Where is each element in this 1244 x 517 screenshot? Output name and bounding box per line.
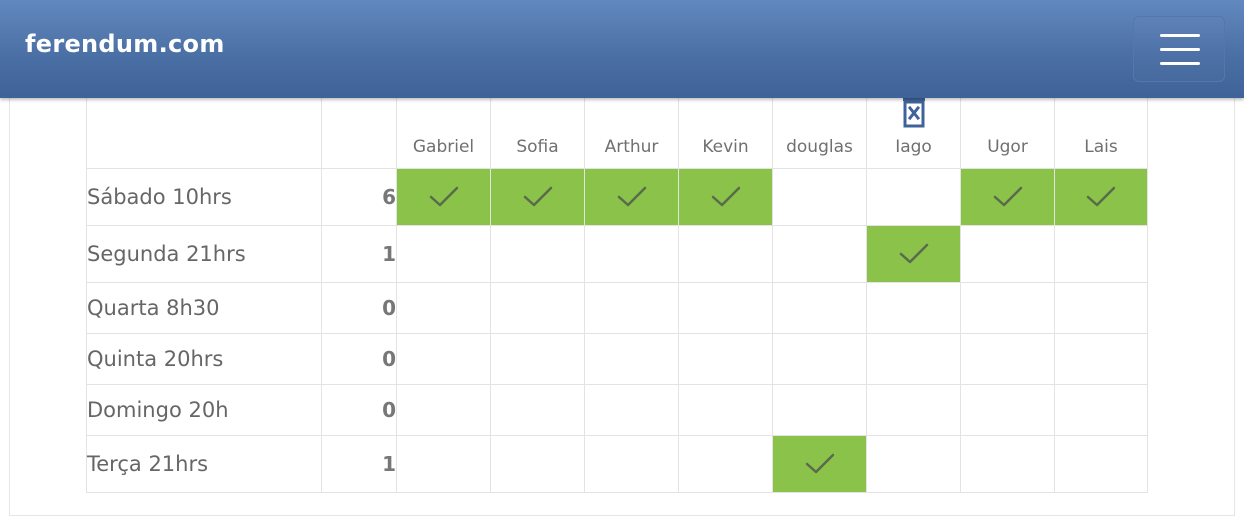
option-label: Quinta 20hrs [86, 332, 322, 385]
vote-cell-empty[interactable] [396, 434, 491, 493]
option-label: Sábado 10hrs [86, 167, 322, 226]
vote-cell-empty[interactable] [866, 281, 961, 334]
vote-cell-empty[interactable] [960, 281, 1055, 334]
vote-cell-yes[interactable] [1054, 167, 1148, 226]
participants-header-row: Gabriel Sofia Arthur Kevin douglas Iago … [86, 98, 1148, 169]
vote-cell-empty[interactable] [772, 281, 867, 334]
vote-cell-empty[interactable] [584, 281, 679, 334]
vote-cell-empty[interactable] [490, 224, 585, 283]
participant-header: Lais [1054, 98, 1148, 169]
delete-participant-icon[interactable] [902, 98, 926, 128]
vote-cell-empty[interactable] [584, 383, 679, 436]
vote-cell-empty[interactable] [490, 332, 585, 385]
vote-cell-empty[interactable] [396, 224, 491, 283]
vote-cell-yes[interactable] [490, 167, 585, 226]
poll-option-row: Domingo 20h 0 [86, 383, 1148, 436]
check-icon [805, 453, 834, 473]
navbar: ferendum.com [0, 0, 1244, 98]
vote-cell-empty[interactable] [772, 167, 867, 226]
poll-option-row: Terça 21hrs 1 [86, 434, 1148, 493]
vote-cell-empty[interactable] [1054, 224, 1148, 283]
vote-cell-empty[interactable] [584, 224, 679, 283]
participant-header: douglas [772, 98, 867, 169]
vote-cell-empty[interactable] [678, 332, 773, 385]
vote-cell-empty[interactable] [584, 332, 679, 385]
vote-cell-empty[interactable] [1054, 332, 1148, 385]
check-icon [523, 186, 552, 206]
vote-cell-empty[interactable] [490, 383, 585, 436]
poll-table: Gabriel Sofia Arthur Kevin douglas Iago … [86, 98, 1148, 493]
vote-cell-empty[interactable] [678, 383, 773, 436]
vote-cell-empty[interactable] [678, 281, 773, 334]
vote-cell-empty[interactable] [960, 332, 1055, 385]
vote-cell-yes[interactable] [772, 434, 867, 493]
vote-cell-empty[interactable] [678, 434, 773, 493]
option-label: Terça 21hrs [86, 434, 322, 493]
vote-cell-empty[interactable] [1054, 383, 1148, 436]
participant-header: Iago [866, 98, 961, 169]
vote-cell-empty[interactable] [772, 224, 867, 283]
vote-cell-empty[interactable] [960, 383, 1055, 436]
participant-header: Arthur [584, 98, 679, 169]
poll-option-row: Segunda 21hrs 1 [86, 224, 1148, 283]
vote-cell-yes[interactable] [396, 167, 491, 226]
vote-cell-yes[interactable] [960, 167, 1055, 226]
vote-cell-yes[interactable] [678, 167, 773, 226]
vote-cell-empty[interactable] [866, 332, 961, 385]
option-label: Domingo 20h [86, 383, 322, 436]
participant-header: Gabriel [396, 98, 491, 169]
vote-cell-empty[interactable] [678, 224, 773, 283]
vote-cell-empty[interactable] [960, 434, 1055, 493]
vote-cell-empty[interactable] [396, 281, 491, 334]
vote-cell-empty[interactable] [1054, 434, 1148, 493]
vote-cell-empty[interactable] [772, 332, 867, 385]
vote-cell-empty[interactable] [866, 383, 961, 436]
vote-count: 0 [321, 383, 397, 436]
participant-header: Ugor [960, 98, 1055, 169]
vote-cell-empty[interactable] [584, 434, 679, 493]
vote-cell-empty[interactable] [490, 434, 585, 493]
header-blank-count [321, 98, 397, 169]
menu-toggle-button[interactable] [1133, 16, 1225, 82]
vote-count: 0 [321, 332, 397, 385]
vote-cell-empty[interactable] [396, 332, 491, 385]
check-icon [617, 186, 646, 206]
vote-count: 6 [321, 167, 397, 226]
vote-cell-empty[interactable] [396, 383, 491, 436]
participant-header: Sofia [490, 98, 585, 169]
poll-option-row: Quinta 20hrs 0 [86, 332, 1148, 385]
vote-count: 0 [321, 281, 397, 334]
participant-header: Kevin [678, 98, 773, 169]
poll-option-row: Quarta 8h30 0 [86, 281, 1148, 334]
vote-cell-empty[interactable] [866, 167, 961, 226]
check-icon [711, 186, 740, 206]
vote-cell-empty[interactable] [1054, 281, 1148, 334]
check-icon [1086, 186, 1116, 206]
check-icon [429, 186, 458, 206]
vote-cell-empty[interactable] [960, 224, 1055, 283]
option-label: Quarta 8h30 [86, 281, 322, 334]
option-label: Segunda 21hrs [86, 224, 322, 283]
vote-cell-yes[interactable] [866, 224, 961, 283]
vote-cell-yes[interactable] [584, 167, 679, 226]
vote-cell-empty[interactable] [490, 281, 585, 334]
vote-cell-empty[interactable] [772, 383, 867, 436]
poll-option-row: Sábado 10hrs 6 [86, 167, 1148, 226]
poll-body: Sábado 10hrs 6 Segunda 21hrs 1 Quarta 8h30 0 Q… [86, 167, 1148, 493]
header-blank-option [86, 98, 322, 169]
check-icon [899, 243, 928, 263]
vote-count: 1 [321, 224, 397, 283]
vote-count: 1 [321, 434, 397, 493]
brand-logo[interactable]: ferendum.com [25, 30, 225, 58]
check-icon [993, 186, 1022, 206]
vote-cell-empty[interactable] [866, 434, 961, 493]
